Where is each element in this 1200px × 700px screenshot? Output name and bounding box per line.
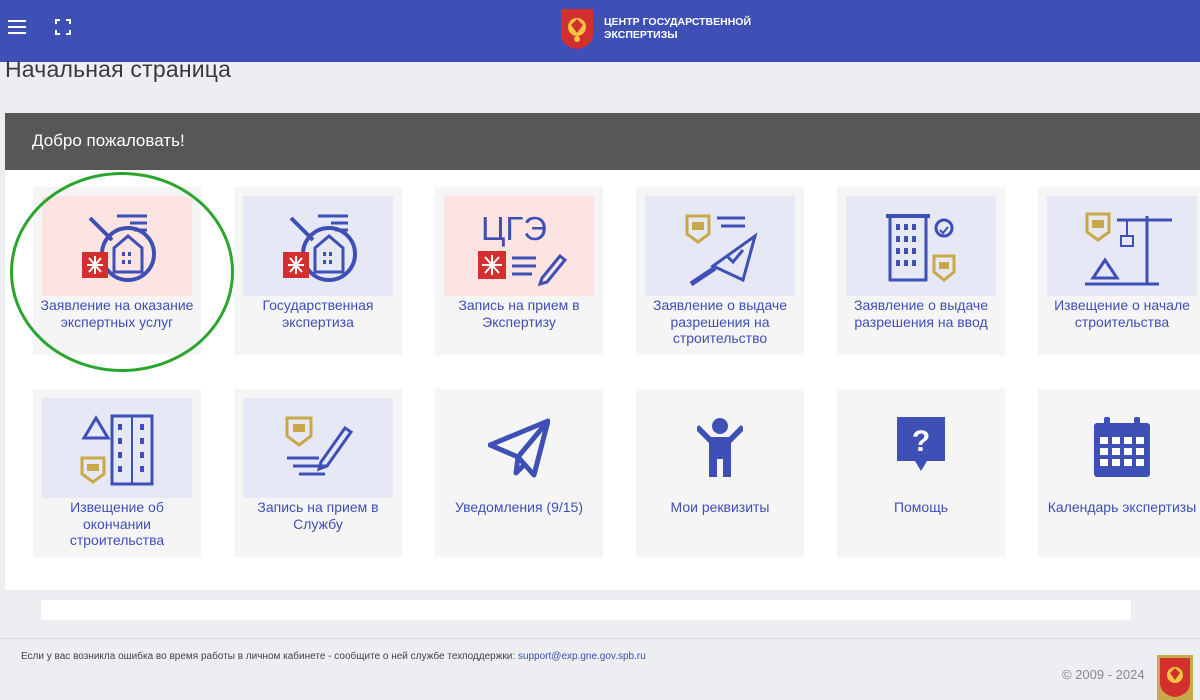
footer-divider	[0, 638, 1200, 639]
crane-icon	[1047, 196, 1197, 296]
trowel-icon	[645, 196, 795, 296]
person-icon	[636, 417, 804, 487]
sign-pen-icon	[243, 398, 393, 498]
help-icon: ?	[837, 417, 1005, 487]
welcome-panel: Добро пожаловать! Заявление на оказание …	[5, 113, 1200, 590]
tile-notifications[interactable]: Уведомления (9/15)	[435, 389, 603, 557]
fullscreen-icon[interactable]	[55, 19, 71, 35]
cge-logo-icon: ЦГЭ	[444, 196, 594, 296]
support-email-link[interactable]: support@exp.gne.gov.spb.ru	[518, 651, 646, 662]
top-bar: ЦЕНТР ГОСУДАРСТВЕННОЙ ЭКСПЕРТИЗЫ	[0, 0, 1200, 62]
tile-service-appointment[interactable]: Запись на прием в Службу	[234, 389, 402, 557]
content-strip	[41, 600, 1131, 620]
footer-message: Если у вас возникла ошибка во время рабо…	[21, 651, 646, 662]
tile-construction-end-notice[interactable]: Извещение об окончании строительства	[33, 389, 201, 557]
emblem-icon	[1157, 655, 1193, 700]
finished-building-icon	[42, 398, 192, 498]
magnifier-building-icon	[243, 196, 393, 296]
page-title: Начальная страница	[5, 56, 232, 82]
magnifier-building-icon	[42, 196, 192, 296]
svg-text:?: ?	[912, 425, 930, 458]
svg-text:ЦГЭ: ЦГЭ	[481, 210, 547, 247]
copyright: © 2009 - 2024	[1062, 667, 1145, 682]
emblem-icon	[561, 9, 593, 49]
brand-title: ЦЕНТР ГОСУДАРСТВЕННОЙ ЭКСПЕРТИЗЫ	[604, 16, 752, 41]
calendar-icon	[1038, 417, 1200, 487]
building-badge-icon	[846, 196, 996, 296]
tile-help[interactable]: ? Помощь	[837, 389, 1005, 557]
tile-expertise-calendar[interactable]: Календарь экспертизы	[1038, 389, 1200, 557]
tile-construction-permit-application[interactable]: Заявление о выдаче разрешения на строите…	[636, 187, 804, 355]
tile-expert-services-application[interactable]: Заявление на оказание экспертных услуг	[33, 187, 201, 355]
tile-state-expertise[interactable]: Государственная экспертиза	[234, 187, 402, 355]
paper-plane-icon	[435, 417, 603, 487]
panel-header: Добро пожаловать!	[5, 113, 1200, 170]
menu-icon[interactable]	[8, 20, 28, 36]
brand[interactable]: ЦЕНТР ГОСУДАРСТВЕННОЙ ЭКСПЕРТИЗЫ	[559, 7, 754, 51]
tile-commissioning-permit-application[interactable]: Заявление о выдаче разрешения на ввод	[837, 187, 1005, 355]
tile-my-details[interactable]: Мои реквизиты	[636, 389, 804, 557]
tile-expertise-appointment[interactable]: ЦГЭ Запись на прием в Экспертизу	[435, 187, 603, 355]
tile-construction-start-notice[interactable]: Извещение о начале строительства	[1038, 187, 1200, 355]
